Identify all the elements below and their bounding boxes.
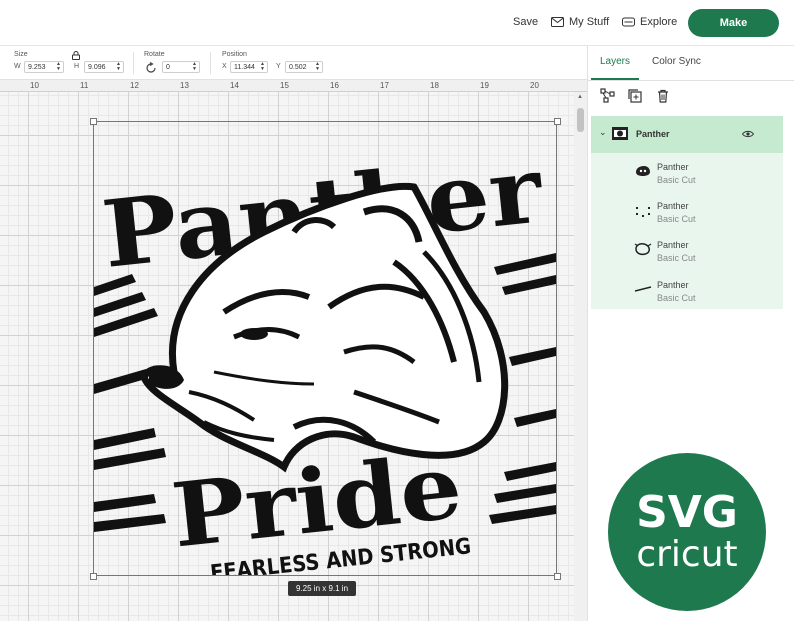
ruler-tick: 11 xyxy=(80,81,89,90)
layer-name[interactable]: Panther xyxy=(657,240,689,250)
x-stepper-icon[interactable]: ▲ ▼ xyxy=(260,62,265,72)
ruler-tick: 19 xyxy=(480,81,489,90)
layer-operation: Basic Cut xyxy=(657,253,696,263)
explore-label: Explore xyxy=(640,16,678,28)
height-stepper-icon[interactable]: ▲ ▼ xyxy=(116,62,121,72)
x-position-input[interactable]: 11.344 ▲ ▼ xyxy=(230,61,268,73)
y-position-input[interactable]: 0.502 ▲ ▼ xyxy=(285,61,323,73)
eye-icon[interactable] xyxy=(742,130,754,138)
rotate-icon xyxy=(146,62,156,73)
position-label: Position xyxy=(222,51,247,58)
height-value: 9.096 xyxy=(88,63,106,71)
save-button[interactable]: Save xyxy=(513,16,538,28)
layer-operation: Basic Cut xyxy=(657,293,696,303)
scroll-up-icon[interactable]: ▲ xyxy=(577,94,583,100)
ruler-tick: 13 xyxy=(180,81,189,90)
height-label: H xyxy=(74,63,80,70)
make-button[interactable]: Make xyxy=(688,9,779,37)
my-stuff-button[interactable]: My Stuff xyxy=(551,16,609,28)
badge-cricut-text: cricut xyxy=(636,534,738,575)
ruler-tick: 17 xyxy=(380,81,389,90)
vertical-scrollbar[interactable]: ▲ xyxy=(574,92,587,621)
envelope-icon xyxy=(551,17,564,27)
panther-head-thumb-icon xyxy=(636,166,650,176)
tab-layers[interactable]: Layers xyxy=(600,56,630,67)
x-label: X xyxy=(222,63,227,70)
size-indicator: 9.25 in x 9.1 in xyxy=(288,581,357,596)
rotate-label: Rotate xyxy=(144,51,165,58)
layer-operation: Basic Cut xyxy=(657,175,696,185)
layer-group-header[interactable]: ⌄ Panther xyxy=(591,116,783,153)
group-name: Panther xyxy=(636,129,670,139)
ruler-tick: 20 xyxy=(530,81,539,90)
ruler-tick: 10 xyxy=(30,81,39,90)
layer-name[interactable]: Panther xyxy=(657,280,689,290)
y-stepper-icon[interactable]: ▲ ▼ xyxy=(315,62,320,72)
height-input[interactable]: 9.096 ▲ ▼ xyxy=(84,61,124,73)
ruler-tick: 15 xyxy=(280,81,289,90)
resize-handle-bottom-left[interactable] xyxy=(90,573,97,580)
explore-button[interactable]: Explore xyxy=(622,16,677,28)
layer-name[interactable]: Panther xyxy=(657,201,689,211)
layer-operation: Basic Cut xyxy=(657,214,696,224)
group-icon[interactable] xyxy=(600,88,616,104)
lock-icon[interactable] xyxy=(72,51,80,60)
x-value: 11.344 xyxy=(234,63,255,71)
rotate-value: 0 xyxy=(166,63,170,71)
y-value: 0.502 xyxy=(289,63,307,71)
ruler-tick: 12 xyxy=(130,81,139,90)
top-bar: Save My Stuff Explore Make xyxy=(0,0,794,46)
resize-handle-bottom-right[interactable] xyxy=(554,573,561,580)
my-stuff-label: My Stuff xyxy=(569,16,610,28)
width-input[interactable]: 9.253 ▲ ▼ xyxy=(24,61,64,73)
width-value: 9.253 xyxy=(28,63,46,71)
layer-name[interactable]: Panther xyxy=(657,162,689,172)
divider xyxy=(588,80,794,81)
chevron-down-icon[interactable]: ⌄ xyxy=(599,127,607,138)
ruler-tick: 14 xyxy=(230,81,239,90)
horizontal-ruler: 10 11 12 13 14 15 16 17 18 19 20 xyxy=(0,80,587,92)
tab-color-sync[interactable]: Color Sync xyxy=(652,56,701,67)
width-label: W xyxy=(14,63,21,70)
dots-thumb-icon xyxy=(636,207,650,217)
group-thumbnail-icon xyxy=(612,127,628,140)
layer-group: ⌄ Panther Panther Basic Cut Panther Basi… xyxy=(591,116,783,309)
explore-icon xyxy=(622,17,635,27)
resize-handle-top-left[interactable] xyxy=(90,118,97,125)
rotate-input[interactable]: 0 ▲ ▼ xyxy=(162,61,200,73)
properties-bar: Size W 9.253 ▲ ▼ H 9.096 ▲ ▼ Rotate 0 ▲ ▼ P… xyxy=(0,46,587,80)
outline-thumb-icon xyxy=(634,243,652,256)
save-label: Save xyxy=(513,16,539,28)
panther-design[interactable]: Panther Pride FEARLESS AND STRONG xyxy=(93,121,557,576)
size-label: Size xyxy=(14,51,28,58)
panther-artwork: Panther Pride FEARLESS AND STRONG xyxy=(94,135,556,575)
trash-icon[interactable] xyxy=(655,88,671,104)
ruler-tick: 18 xyxy=(430,81,439,90)
duplicate-icon[interactable] xyxy=(627,88,643,104)
design-canvas[interactable]: 10 11 12 13 14 15 16 17 18 19 20 ▲ Pride… xyxy=(0,80,587,621)
divider xyxy=(210,52,211,74)
ruler-tick: 16 xyxy=(330,81,339,90)
svg-cricut-badge: SVG cricut xyxy=(608,453,766,611)
divider xyxy=(133,52,134,74)
y-label: Y xyxy=(276,63,281,70)
badge-svg-text: SVG xyxy=(636,487,738,538)
rotate-stepper-icon[interactable]: ▲ ▼ xyxy=(192,62,197,72)
line-thumb-icon xyxy=(634,286,652,292)
scroll-thumb[interactable] xyxy=(577,108,584,132)
width-stepper-icon[interactable]: ▲ ▼ xyxy=(56,62,61,72)
resize-handle-top-right[interactable] xyxy=(554,118,561,125)
